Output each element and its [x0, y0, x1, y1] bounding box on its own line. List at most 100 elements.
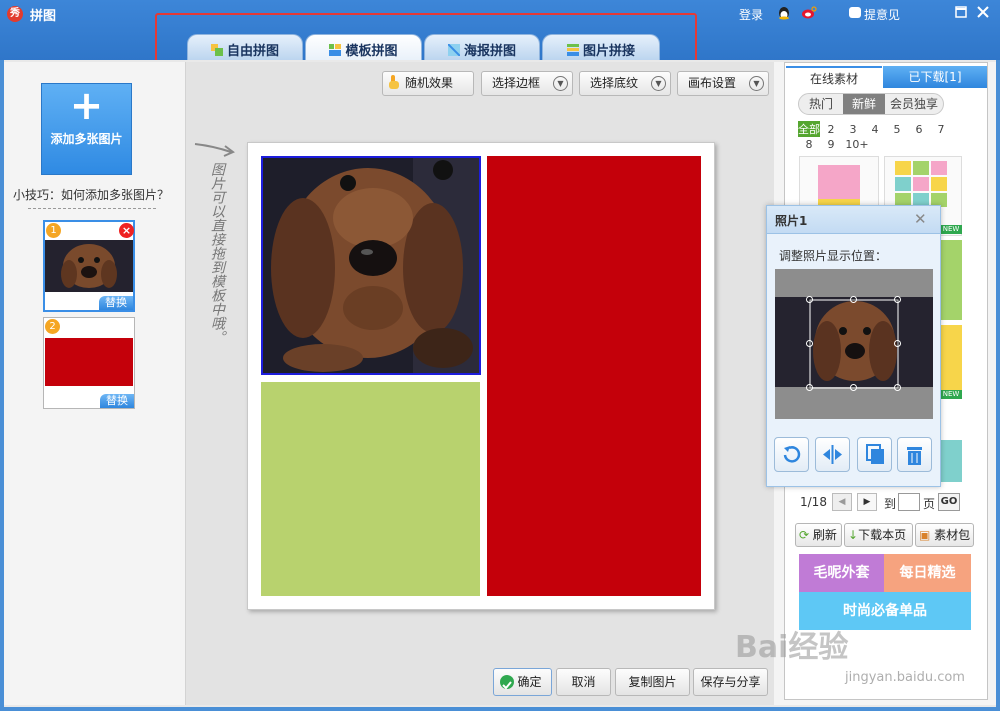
- count-option[interactable]: 3: [842, 123, 864, 136]
- replace-button[interactable]: 替换: [100, 394, 134, 408]
- photo-crop-area[interactable]: [775, 269, 933, 419]
- tip-link[interactable]: 小技巧：如何添加多张图片？: [13, 186, 169, 203]
- flip-button[interactable]: [815, 437, 850, 472]
- crop-handle[interactable]: [806, 296, 813, 303]
- chevron-down-icon: ▼: [553, 76, 568, 91]
- crop-handle[interactable]: [850, 296, 857, 303]
- flip-icon: [823, 445, 842, 464]
- add-images-label: 添加多张图片: [50, 132, 123, 146]
- count-option[interactable]: 5: [886, 123, 908, 136]
- count-option[interactable]: 10+: [842, 138, 872, 151]
- cell-green[interactable]: [261, 382, 480, 596]
- download-page-label: 下载本页: [858, 528, 907, 542]
- feedback-link[interactable]: 提意见: [864, 6, 900, 23]
- app-logo-icon: 秀: [7, 6, 23, 22]
- dog-photo: [263, 158, 479, 373]
- new-badge: NEW: [940, 225, 962, 234]
- count-filter-row-2: 8 9 10+: [798, 137, 898, 151]
- check-icon: [500, 675, 514, 690]
- remove-photo-icon[interactable]: ×: [119, 223, 134, 238]
- package-icon: ▣: [919, 528, 931, 542]
- crop-handle[interactable]: [850, 384, 857, 391]
- next-page-button[interactable]: ▶: [857, 493, 877, 511]
- weibo-icon[interactable]: [801, 5, 817, 20]
- chevron-down-icon: ▼: [651, 76, 666, 91]
- add-images-button[interactable]: + 添加多张图片: [41, 83, 132, 175]
- trash-icon: [907, 447, 922, 465]
- crop-handle[interactable]: [894, 296, 901, 303]
- crop-handle[interactable]: [806, 384, 813, 391]
- popup-instruction: 调整照片显示位置：: [779, 249, 888, 263]
- refresh-label: 刷新: [812, 528, 837, 542]
- select-border-dropdown[interactable]: 选择边框 ▼: [481, 71, 573, 96]
- texture-label: 选择底纹: [590, 76, 639, 90]
- copy-image-button[interactable]: 复制图片: [615, 668, 690, 696]
- popup-close-icon[interactable]: ✕: [914, 210, 927, 228]
- count-option[interactable]: 4: [864, 123, 886, 136]
- count-all[interactable]: 全部: [798, 121, 820, 137]
- divider: [28, 208, 156, 209]
- feedback-icon[interactable]: [849, 7, 861, 18]
- canvas-label: 画布设置: [688, 76, 737, 90]
- rotate-icon: [783, 446, 801, 463]
- ad-banner-daily[interactable]: 每日精选: [884, 554, 971, 592]
- filter-vip[interactable]: 会员独享: [886, 94, 942, 114]
- popup-title: 照片1: [775, 214, 808, 228]
- thumb-number-badge: 2: [45, 319, 60, 334]
- crop-preview: [775, 297, 933, 389]
- pack-label: 素材包: [934, 528, 971, 542]
- template-block: [818, 165, 860, 199]
- canvas-settings-dropdown[interactable]: 画布设置 ▼: [677, 71, 769, 96]
- count-filter-row: 全部 2 3 4 5 6 7: [798, 121, 978, 137]
- cancel-button[interactable]: 取消: [556, 668, 611, 696]
- duplicate-button[interactable]: [857, 437, 892, 472]
- rotate-button[interactable]: [774, 437, 809, 472]
- download-page-button[interactable]: ↓下载本页: [844, 523, 913, 547]
- maximize-icon[interactable]: [954, 6, 968, 20]
- close-icon[interactable]: [976, 6, 990, 20]
- crop-handle[interactable]: [894, 340, 901, 347]
- count-option[interactable]: 9: [820, 138, 842, 151]
- border-label: 选择边框: [492, 76, 541, 90]
- select-texture-dropdown[interactable]: 选择底纹 ▼: [579, 71, 671, 96]
- count-option[interactable]: 2: [820, 123, 842, 136]
- filter-hot[interactable]: 热门: [800, 94, 842, 114]
- refresh-icon: ⟳: [799, 528, 810, 542]
- template-strip: [940, 240, 962, 320]
- new-badge: NEW: [940, 390, 962, 399]
- photo-cell-dog[interactable]: [261, 156, 481, 375]
- go-button[interactable]: GO: [938, 493, 960, 511]
- hand-pointer-icon: [387, 74, 401, 89]
- chevron-down-icon: ▼: [749, 76, 764, 91]
- tab-downloaded[interactable]: 已下载[1]: [883, 66, 987, 88]
- material-pack-button[interactable]: ▣ 素材包: [915, 523, 974, 547]
- count-option[interactable]: 8: [798, 138, 820, 151]
- refresh-button[interactable]: ⟳ 刷新: [795, 523, 842, 547]
- filter-fresh[interactable]: 新鲜: [843, 94, 885, 114]
- tab-online-material[interactable]: 在线素材: [786, 66, 882, 88]
- tab-highlight-box: [155, 13, 697, 66]
- download-icon: ↓: [848, 528, 859, 542]
- qq-icon[interactable]: [777, 5, 791, 20]
- crop-handle[interactable]: [894, 384, 901, 391]
- page-number-input[interactable]: [898, 493, 920, 511]
- arrow-icon: [193, 138, 238, 162]
- save-share-button[interactable]: 保存与分享: [693, 668, 768, 696]
- login-link[interactable]: 登录: [739, 6, 763, 23]
- prev-page-button[interactable]: ◀: [832, 493, 852, 511]
- cell-red[interactable]: [487, 156, 701, 596]
- replace-button[interactable]: 替换: [99, 296, 133, 310]
- ad-banner-coat[interactable]: 毛呢外套: [799, 554, 884, 592]
- photo-thumb-2[interactable]: 2 替换: [43, 317, 135, 409]
- confirm-button[interactable]: 确定: [493, 668, 552, 696]
- watermark-url: jingyan.baidu.com: [845, 670, 965, 685]
- crop-handle[interactable]: [806, 340, 813, 347]
- random-effect-button[interactable]: 随机效果: [382, 71, 474, 96]
- app-title: 拼图: [30, 9, 57, 24]
- goto-label: 到: [884, 497, 897, 511]
- delete-button[interactable]: [897, 437, 932, 472]
- drag-hint: 图片可以直接拖到模板中哦。: [209, 162, 225, 344]
- count-option[interactable]: 6: [908, 123, 930, 136]
- photo-thumb-1[interactable]: 1 × 替换: [43, 220, 135, 312]
- count-option[interactable]: 7: [930, 123, 952, 136]
